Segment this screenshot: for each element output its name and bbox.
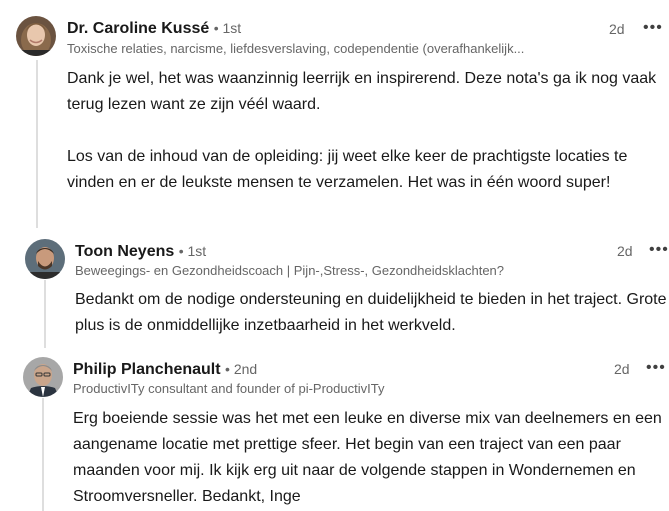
avatar[interactable] xyxy=(25,239,65,279)
timestamp: 2d xyxy=(609,21,625,37)
connection-degree: • 1st xyxy=(213,20,242,36)
author-line: Dr. Caroline Kussé • 1st xyxy=(67,18,241,39)
more-options-icon[interactable]: ••• xyxy=(646,358,666,378)
timestamp: 2d xyxy=(614,361,630,377)
author-name[interactable]: Toon Neyens xyxy=(75,243,174,260)
avatar-photo-icon xyxy=(16,16,56,56)
avatar-photo-icon xyxy=(23,357,63,397)
author-headline[interactable]: Toxische relaties, narcisme, liefdesvers… xyxy=(67,41,587,57)
comment-paragraph: Los van de inhoud van de opleiding: jij … xyxy=(67,148,628,191)
thread-line xyxy=(44,280,46,348)
comment-paragraph: Erg boeiende sessie was het met een leuk… xyxy=(73,410,662,505)
author-name[interactable]: Philip Planchenault xyxy=(73,361,221,378)
timestamp: 2d xyxy=(617,243,633,259)
comment-paragraph: Dank je wel, het was waanzinnig leerrijk… xyxy=(67,70,657,113)
connection-degree: • 2nd xyxy=(225,361,258,377)
thread-line xyxy=(42,398,44,511)
connection-degree: • 1st xyxy=(178,243,207,259)
comment-body: Erg boeiende sessie was het met een leuk… xyxy=(73,406,667,510)
author-line: Toon Neyens • 1st xyxy=(75,241,206,262)
comment-body: Bedankt om de nodige ondersteuning en du… xyxy=(75,287,669,339)
author-name[interactable]: Dr. Caroline Kussé xyxy=(67,20,209,37)
author-line: Philip Planchenault • 2nd xyxy=(73,359,257,380)
comment: Toon Neyens • 1st Beweegings- en Gezondh… xyxy=(0,228,669,348)
more-options-icon[interactable]: ••• xyxy=(643,18,663,38)
comment: Dr. Caroline Kussé • 1st Toxische relati… xyxy=(0,0,669,228)
thread-line xyxy=(36,60,38,228)
more-options-icon[interactable]: ••• xyxy=(649,240,669,260)
avatar-photo-icon xyxy=(25,239,65,279)
avatar[interactable] xyxy=(16,16,56,56)
comment-paragraph: Bedankt om de nodige ondersteuning en du… xyxy=(75,291,667,334)
author-headline[interactable]: Beweegings- en Gezondheidscoach | Pijn-,… xyxy=(75,263,595,279)
comment: Philip Planchenault • 2nd ProductivITy c… xyxy=(0,348,669,511)
author-headline[interactable]: ProductivITy consultant and founder of p… xyxy=(73,381,593,397)
avatar[interactable] xyxy=(23,357,63,397)
comment-body: Dank je wel, het was waanzinnig leerrijk… xyxy=(67,66,667,196)
